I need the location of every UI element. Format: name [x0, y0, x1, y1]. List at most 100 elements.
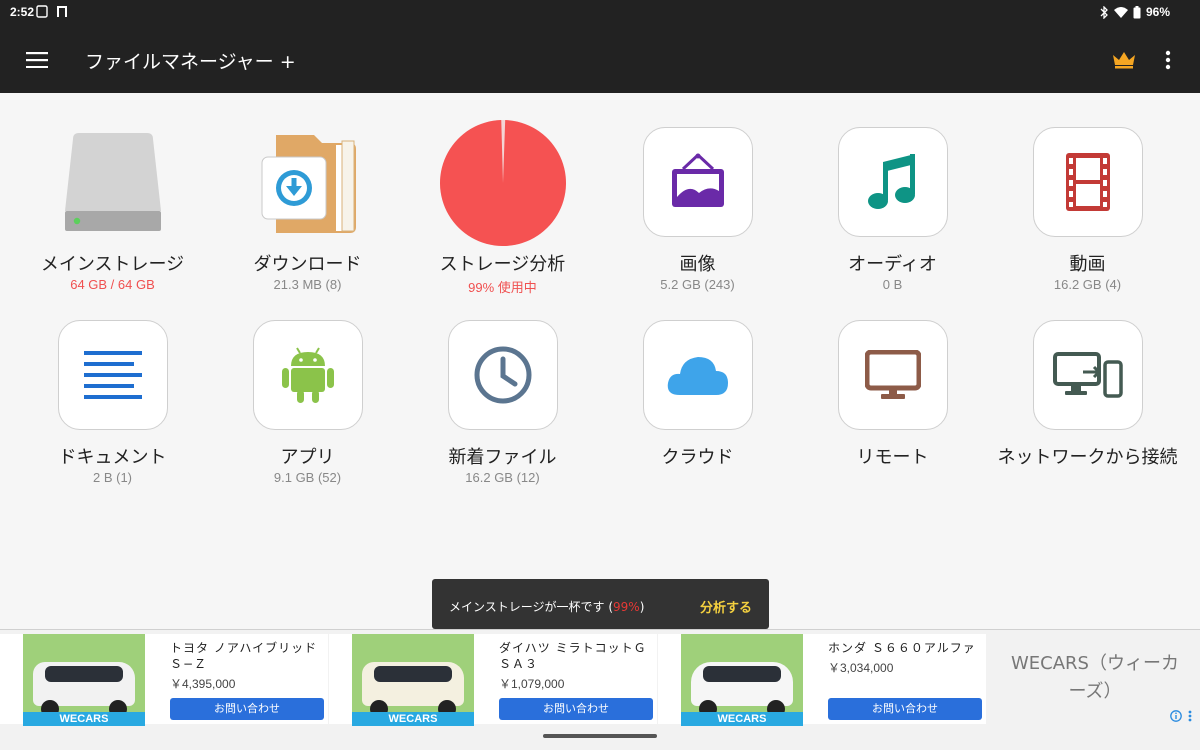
- car-image: WECARS: [681, 634, 803, 726]
- tile-sub: 64 GB / 64 GB: [70, 277, 155, 292]
- car-window: [703, 666, 781, 682]
- status-time: 2:52: [10, 5, 35, 19]
- tile-label: ドキュメント: [58, 447, 167, 468]
- tile-sub: 99% 使用中: [468, 280, 537, 295]
- tile-storage-analysis-visual: [438, 119, 568, 247]
- tile-apps-box: [253, 320, 363, 430]
- tile-label: オーディオ: [848, 254, 937, 275]
- more-options-button[interactable]: [1158, 45, 1178, 75]
- inquiry-button[interactable]: お問い合わせ: [828, 698, 982, 720]
- tile-label: メインストレージ: [40, 254, 185, 275]
- tile-storage-analysis[interactable]: ストレージ分析 99% 使用中: [405, 120, 600, 307]
- crown-icon[interactable]: [1110, 47, 1138, 71]
- tile-label: ストレージ分析: [439, 254, 566, 275]
- tile-audio-box: [838, 127, 948, 237]
- car-name: トヨタ ノアハイブリッド Ｓ−Ｚ: [170, 641, 318, 671]
- car-name: ホンダ Ｓ６６０アルファ: [828, 641, 976, 655]
- tile-sub: 2 B (1): [92, 470, 132, 485]
- tile-video-box: [1033, 127, 1143, 237]
- tile-recent-files-box: [448, 320, 558, 430]
- car-brand-label: WECARS: [681, 712, 803, 726]
- app-bar: ファイルマネージャー +: [0, 25, 1200, 93]
- tile-network[interactable]: ネットワークから接続: [990, 320, 1185, 500]
- tile-sub: 5.2 GB (243): [660, 277, 735, 292]
- wifi-icon: [1113, 6, 1128, 18]
- app-title: ファイルマネージャー +: [85, 51, 296, 73]
- car-window: [374, 666, 452, 682]
- film-strip-icon: [1066, 153, 1110, 211]
- car-image: WECARS: [23, 634, 145, 726]
- storage-full-snackbar: メインストレージが一杯です (99%) 分析する: [432, 579, 769, 629]
- tile-download[interactable]: ダウンロード 21.3 MB (8): [210, 127, 405, 307]
- snackbar-text-end: ): [639, 600, 645, 614]
- inquiry-button[interactable]: お問い合わせ: [499, 698, 653, 720]
- tile-documents[interactable]: ドキュメント 2 B (1): [15, 320, 210, 500]
- image-frame-icon: [672, 153, 724, 207]
- snackbar-percent: 99%: [613, 600, 640, 614]
- tile-apps[interactable]: アプリ 9.1 GB (52): [210, 320, 405, 500]
- bluetooth-icon: [1100, 5, 1108, 19]
- car-price: ￥4,395,000: [170, 677, 236, 691]
- more-vert-icon: [1165, 50, 1171, 70]
- ad-card[interactable]: WECARS ホンダ Ｓ６６０アルファ ￥3,034,000 お問い合わせ: [658, 634, 986, 726]
- car-brand-label: WECARS: [352, 712, 474, 726]
- gesture-nav-bar[interactable]: [543, 734, 657, 738]
- ad-more-icon[interactable]: [1188, 710, 1192, 722]
- cloud-icon: [667, 357, 728, 395]
- storage-pie-icon: [440, 120, 566, 246]
- document-lines-icon: [84, 351, 142, 399]
- snackbar-message: メインストレージが一杯です (99%): [449, 598, 644, 615]
- tile-video[interactable]: 動画 16.2 GB (4): [990, 127, 1185, 307]
- tile-sub: 0 B: [882, 277, 903, 292]
- car-image: WECARS: [352, 634, 474, 726]
- tile-cloud-box: [643, 320, 753, 430]
- tile-recent-files[interactable]: 新着ファイル 16.2 GB (12): [405, 320, 600, 500]
- car-window: [45, 666, 123, 682]
- tile-label: ダウンロード: [253, 254, 362, 275]
- tile-images-box: [643, 127, 753, 237]
- monitor-icon: [865, 350, 921, 399]
- ad-choices: [1170, 710, 1192, 722]
- tile-main-storage-visual: [48, 119, 178, 247]
- menu-button[interactable]: [22, 45, 52, 75]
- clock-icon: [474, 346, 532, 404]
- battery-percent: 96%: [1145, 5, 1170, 19]
- hard-drive-icon: [65, 133, 161, 231]
- advertiser-name[interactable]: WECARS（ウィーカーズ）: [1005, 650, 1185, 706]
- car-price: ￥3,034,000: [828, 661, 894, 675]
- tile-main-storage[interactable]: メインストレージ 64 GB / 64 GB: [15, 127, 210, 307]
- music-note-icon: [868, 154, 915, 209]
- tile-label: 新着ファイル: [448, 447, 557, 468]
- ad-info-icon[interactable]: [1170, 710, 1182, 722]
- download-folder-icon: [261, 135, 356, 233]
- ad-card[interactable]: WECARS ダイハツ ミラトコットＧ ＳＡ３ ￥1,079,000 お問い合わ…: [329, 634, 657, 726]
- hamburger-icon: [26, 52, 48, 68]
- tile-label: 動画: [1069, 254, 1106, 275]
- tile-audio[interactable]: オーディオ 0 B: [795, 127, 990, 307]
- tile-sub: 16.2 GB (4): [1053, 277, 1122, 292]
- tile-sub: 16.2 GB (12): [465, 470, 540, 485]
- android-icon: [282, 347, 334, 403]
- network-devices-icon: [1053, 352, 1123, 398]
- ad-card[interactable]: WECARS トヨタ ノアハイブリッド Ｓ−Ｚ ￥4,395,000 お問い合わ…: [0, 634, 328, 726]
- tile-cloud[interactable]: クラウド: [600, 320, 795, 500]
- tile-documents-box: [58, 320, 168, 430]
- notification-app-icon: [57, 6, 67, 17]
- battery-icon: [1133, 5, 1141, 18]
- analyze-button[interactable]: 分析する: [700, 597, 752, 616]
- tile-remote[interactable]: リモート: [795, 320, 990, 500]
- tile-download-visual: [243, 119, 373, 247]
- inquiry-button[interactable]: お問い合わせ: [170, 698, 324, 720]
- tile-sub: 9.1 GB (52): [273, 470, 342, 485]
- ad-banner: WECARS トヨタ ノアハイブリッド Ｓ−Ｚ ￥4,395,000 お問い合わ…: [0, 629, 1200, 750]
- tile-label: クラウド: [661, 447, 734, 468]
- screenshot-icon: [36, 5, 48, 18]
- tile-label: リモート: [856, 447, 929, 468]
- status-bar: 2:52 96%: [0, 0, 1200, 25]
- snackbar-text: メインストレージが一杯です (: [449, 600, 614, 614]
- status-right: 96%: [1099, 5, 1170, 19]
- tile-label: 画像: [679, 254, 716, 275]
- tile-network-box: [1033, 320, 1143, 430]
- car-brand-label: WECARS: [23, 712, 145, 726]
- tile-images[interactable]: 画像 5.2 GB (243): [600, 127, 795, 307]
